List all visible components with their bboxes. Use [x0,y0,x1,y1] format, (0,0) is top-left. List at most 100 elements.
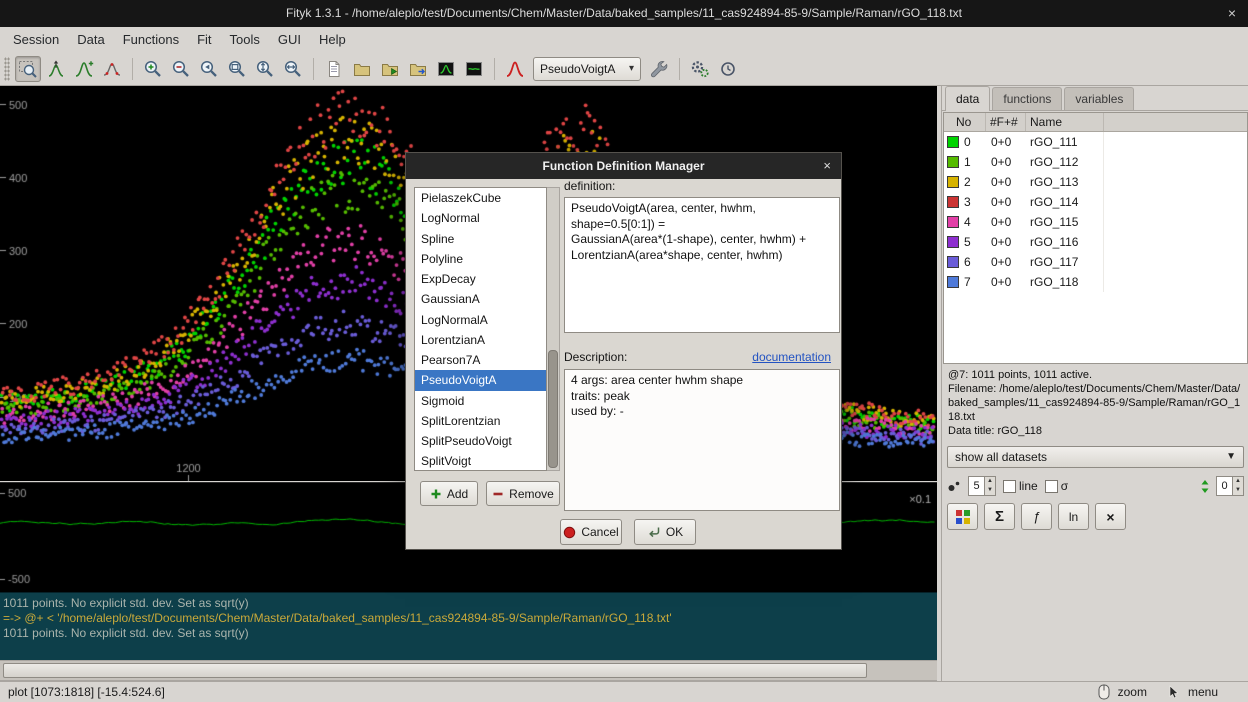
menu-help[interactable]: Help [310,27,355,52]
function-type-item[interactable]: Sigmoid [415,391,546,411]
settings-wrench-icon [649,59,669,79]
cancel-button[interactable]: Cancel [560,519,622,545]
dialog-title: Function Definition Manager [543,159,705,173]
table-row[interactable]: 30+0rGO_114 [944,192,1247,212]
header-name: Name [1026,113,1104,131]
stepper-down-icon[interactable]: ▼ [985,486,995,495]
function-type-value: PseudoVoigtA [540,62,615,76]
console-line: 1011 points. No explicit std. dev. Set a… [3,596,934,611]
open-data-button[interactable] [349,56,375,82]
window-title: Fityk 1.3.1 - /home/aleplo/test/Document… [286,6,962,20]
line-checkbox[interactable] [1003,480,1016,493]
zoom-in-button[interactable] [140,56,166,82]
function-type-item-selected[interactable]: PseudoVoigtA [415,370,546,390]
remove-button[interactable]: Remove [486,481,560,506]
horizontal-scrollbar[interactable] [0,660,937,681]
table-row[interactable]: 20+0rGO_113 [944,172,1247,192]
menu-functions[interactable]: Functions [114,27,188,52]
function-definition-manager-dialog: Function Definition Manager × PielaszekC… [405,152,842,550]
point-size-stepper[interactable]: 5▲▼ [968,476,996,496]
dataset-colors-button[interactable] [947,503,978,530]
table-row[interactable]: 10+0rGO_112 [944,152,1247,172]
sum-button[interactable]: Σ [984,503,1015,530]
menu-session[interactable]: Session [4,27,68,52]
zoom-rect-mode-button[interactable] [15,56,41,82]
add-peak-mode-button[interactable] [71,56,97,82]
zoom-previous-button[interactable] [196,56,222,82]
plot-point-controls: 5▲▼ line σ 0▲▼ [947,475,1244,497]
menu-tools[interactable]: Tools [221,27,269,52]
window-titlebar: Fityk 1.3.1 - /home/aleplo/test/Document… [0,0,1248,27]
dialog-close-icon[interactable]: × [823,153,831,179]
add-function-button[interactable] [502,56,528,82]
function-list-scrollbar[interactable] [547,187,560,471]
function-type-select[interactable]: PseudoVoigtA ▾ [533,57,641,81]
definition-textarea[interactable]: PseudoVoigtA(area, center, hwhm, shape=0… [564,197,840,333]
fit-history-button[interactable] [715,56,741,82]
activate-data-mode-button[interactable] [99,56,125,82]
table-row[interactable]: 00+0rGO_111 [944,132,1247,152]
horizontal-scrollbar-thumb[interactable] [3,663,867,678]
zoom-vertical-fit-button[interactable] [252,56,278,82]
execute-script-button[interactable] [377,56,403,82]
function-type-item[interactable]: GaussianA [415,289,546,309]
dataset-color-swatch [947,136,959,148]
dataset-filter-select[interactable]: show all datasets ▼ [947,446,1244,468]
output-console[interactable]: 1011 points. No explicit std. dev. Set a… [0,592,937,660]
function-type-item[interactable]: Pearson7A [415,350,546,370]
function-type-item[interactable]: LogNormal [415,208,546,228]
formula-view-button[interactable]: ln [1058,503,1089,530]
function-type-item[interactable]: Spline [415,229,546,249]
function-type-item[interactable]: SplitPseudoVoigt [415,431,546,451]
shift-stepper[interactable]: 0▲▼ [1216,476,1244,496]
stepper-up-icon[interactable]: ▲ [985,477,995,486]
new-script-button[interactable] [321,56,347,82]
documentation-link[interactable]: documentation [752,350,831,364]
header-ff: #F+# [986,113,1026,131]
zoom-out-button[interactable] [168,56,194,82]
function-list-scrollbar-thumb[interactable] [548,350,558,468]
table-row[interactable]: 60+0rGO_117 [944,252,1247,272]
table-row[interactable]: 70+0rGO_118 [944,272,1247,292]
console-line: 1011 points. No explicit std. dev. Set a… [3,626,934,641]
stepper-up-icon[interactable]: ▲ [1233,477,1243,486]
function-view-button[interactable]: ƒ [1021,503,1052,530]
ok-button[interactable]: OK [634,519,696,545]
point-size-icon [947,479,961,493]
menu-data[interactable]: Data [68,27,113,52]
menu-fit[interactable]: Fit [188,27,220,52]
function-type-item[interactable]: Polyline [415,249,546,269]
fit-run-button[interactable] [687,56,713,82]
function-type-item[interactable]: PielaszekCube [415,188,546,208]
window-close-icon[interactable]: × [1228,0,1236,27]
delete-dataset-button[interactable]: × [1095,503,1126,530]
aux-plot-config-icon [464,59,484,79]
zoom-horizontal-fit-button[interactable] [280,56,306,82]
description-textarea[interactable]: 4 args: area center hwhm shape traits: p… [564,369,840,511]
mouse-right-hint-icon [1169,685,1180,699]
function-type-list: PielaszekCube LogNormal Spline Polyline … [414,187,547,471]
vertical-zoom-mode-button[interactable] [43,56,69,82]
zoom-out-icon [171,59,191,79]
main-plot-config-button[interactable] [433,56,459,82]
function-type-item[interactable]: LogNormalA [415,310,546,330]
function-type-item[interactable]: ExpDecay [415,269,546,289]
function-type-item[interactable]: SplitVoigt [415,451,546,471]
zoom-rect-mode-icon [18,59,38,79]
add-button[interactable]: Add [420,481,478,506]
tab-functions[interactable]: functions [992,87,1062,110]
table-row[interactable]: 50+0rGO_116 [944,232,1247,252]
tab-data[interactable]: data [945,86,990,111]
settings-wrench-button[interactable] [646,56,672,82]
menu-gui[interactable]: GUI [269,27,310,52]
zoom-all-button[interactable] [224,56,250,82]
tab-variables[interactable]: variables [1064,87,1134,110]
table-row[interactable]: 40+0rGO_115 [944,212,1247,232]
stepper-down-icon[interactable]: ▼ [1233,486,1243,495]
aux-plot-config-button[interactable] [461,56,487,82]
function-type-item[interactable]: LorentzianA [415,330,546,350]
sigma-checkbox[interactable] [1045,480,1058,493]
minus-icon [492,488,504,500]
function-type-item[interactable]: SplitLorentzian [415,411,546,431]
export-data-button[interactable] [405,56,431,82]
